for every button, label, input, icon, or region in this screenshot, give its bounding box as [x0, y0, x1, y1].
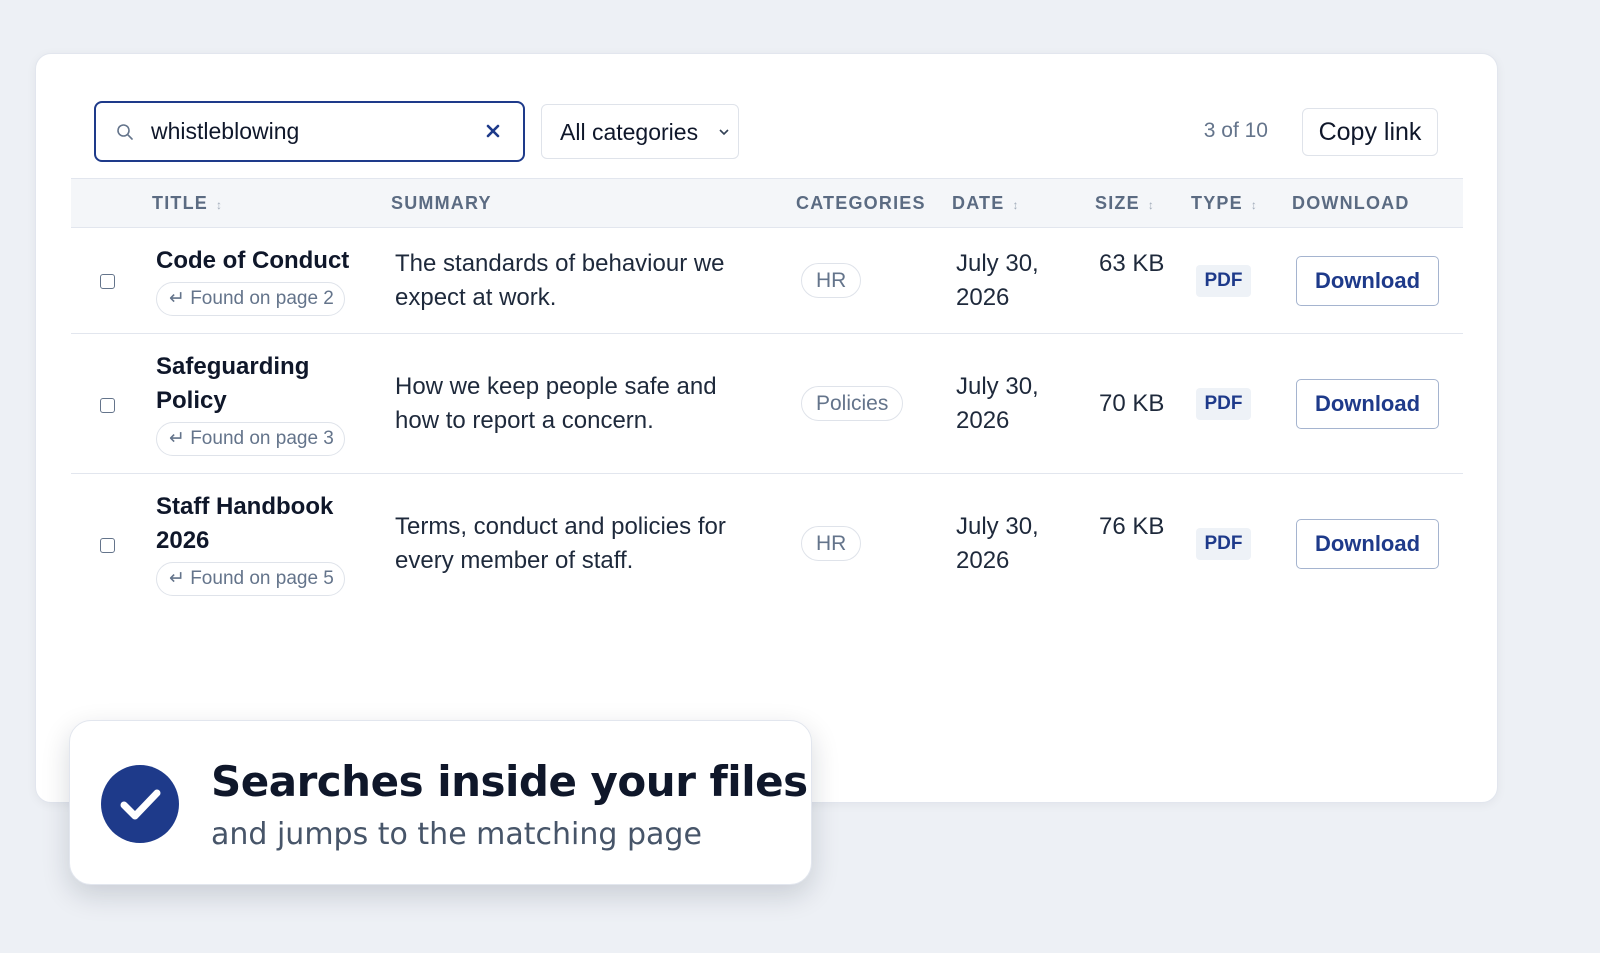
result-counter: 3 of 10 — [1203, 119, 1268, 142]
column-header-date[interactable]: DATE ↕ — [952, 193, 1020, 214]
column-header-size[interactable]: SIZE ↕ — [1095, 193, 1155, 214]
toast-subtitle: and jumps to the matching page — [211, 817, 702, 852]
download-button[interactable]: Download — [1296, 519, 1439, 569]
search-icon — [117, 124, 133, 140]
document-date: July 30, 2026 — [956, 250, 1039, 311]
check-circle-icon — [101, 765, 179, 843]
category-badge: HR — [801, 526, 862, 561]
document-size: 70 KB — [1099, 390, 1165, 417]
document-size: 63 KB — [1099, 250, 1165, 277]
documents-table: TITLE ↕ SUMMARY CATEGORIES DATE ↕ SIZE ↕ TY… — [71, 178, 1463, 614]
column-header-size-label: SIZE — [1095, 193, 1140, 213]
document-title[interactable]: Code of Conduct — [156, 244, 366, 278]
title-cell: Code of Conduct ↵ Found on page 2 — [156, 244, 366, 316]
document-summary: The standards of behaviour we expect at … — [395, 250, 725, 311]
column-header-summary: SUMMARY — [391, 193, 492, 213]
column-header-download: DOWNLOAD — [1292, 193, 1410, 213]
toast-title: Searches inside your files — [211, 757, 808, 806]
found-on-page-link[interactable]: ↵ Found on page 3 — [156, 422, 345, 456]
download-button[interactable]: Download — [1296, 379, 1439, 429]
document-title[interactable]: Safeguarding Policy — [156, 350, 366, 418]
column-header-type[interactable]: TYPE ↕ — [1191, 193, 1258, 214]
column-header-title[interactable]: TITLE ↕ — [152, 193, 223, 214]
download-button[interactable]: Download — [1296, 256, 1439, 306]
document-size: 76 KB — [1099, 513, 1165, 540]
row-checkbox[interactable] — [100, 398, 115, 413]
file-type-badge: PDF — [1196, 388, 1251, 420]
document-summary: How we keep people safe and how to repor… — [395, 373, 717, 434]
sort-icon: ↕ — [1012, 198, 1020, 212]
document-summary: Terms, conduct and policies for every me… — [395, 513, 726, 574]
document-title[interactable]: Staff Handbook 2026 — [156, 490, 366, 558]
category-badge: Policies — [801, 386, 904, 421]
sort-icon: ↕ — [1147, 198, 1156, 212]
table-row: Code of Conduct ↵ Found on page 2 The st… — [71, 228, 1463, 334]
toolbar: All categories 3 of 10 Copy link — [94, 101, 1438, 162]
search-input[interactable] — [151, 113, 471, 149]
table-header: TITLE ↕ SUMMARY CATEGORIES DATE ↕ SIZE ↕ TY… — [71, 178, 1463, 228]
category-select[interactable]: All categories — [541, 104, 739, 159]
table-row: Staff Handbook 2026 ↵ Found on page 5 Te… — [71, 474, 1463, 614]
documents-card: All categories 3 of 10 Copy link TITLE ↕ … — [35, 53, 1498, 803]
file-type-badge: PDF — [1196, 528, 1251, 560]
title-cell: Staff Handbook 2026 ↵ Found on page 5 — [156, 490, 366, 596]
title-cell: Safeguarding Policy ↵ Found on page 3 — [156, 350, 366, 456]
feature-toast: Searches inside your files and jumps to … — [69, 720, 812, 885]
sort-icon: ↕ — [1250, 198, 1259, 212]
document-date: July 30, 2026 — [956, 513, 1039, 574]
column-header-title-label: TITLE — [152, 193, 208, 213]
sort-icon: ↕ — [216, 198, 224, 212]
row-checkbox[interactable] — [100, 538, 115, 553]
row-checkbox[interactable] — [100, 274, 115, 289]
category-badge: HR — [801, 263, 862, 298]
category-select-value: All categories — [560, 119, 699, 145]
column-header-date-label: DATE — [952, 193, 1005, 213]
file-type-badge: PDF — [1196, 265, 1251, 297]
column-header-categories: CATEGORIES — [796, 193, 926, 213]
search-box[interactable] — [94, 101, 525, 162]
document-date: July 30, 2026 — [956, 373, 1039, 434]
table-row: Safeguarding Policy ↵ Found on page 3 Ho… — [71, 334, 1463, 474]
chevron-down-icon — [719, 129, 729, 136]
close-icon[interactable] — [485, 123, 501, 139]
copy-link-button[interactable]: Copy link — [1302, 108, 1438, 156]
found-on-page-link[interactable]: ↵ Found on page 5 — [156, 562, 345, 596]
column-header-type-label: TYPE — [1191, 193, 1243, 213]
found-on-page-link[interactable]: ↵ Found on page 2 — [156, 282, 345, 316]
